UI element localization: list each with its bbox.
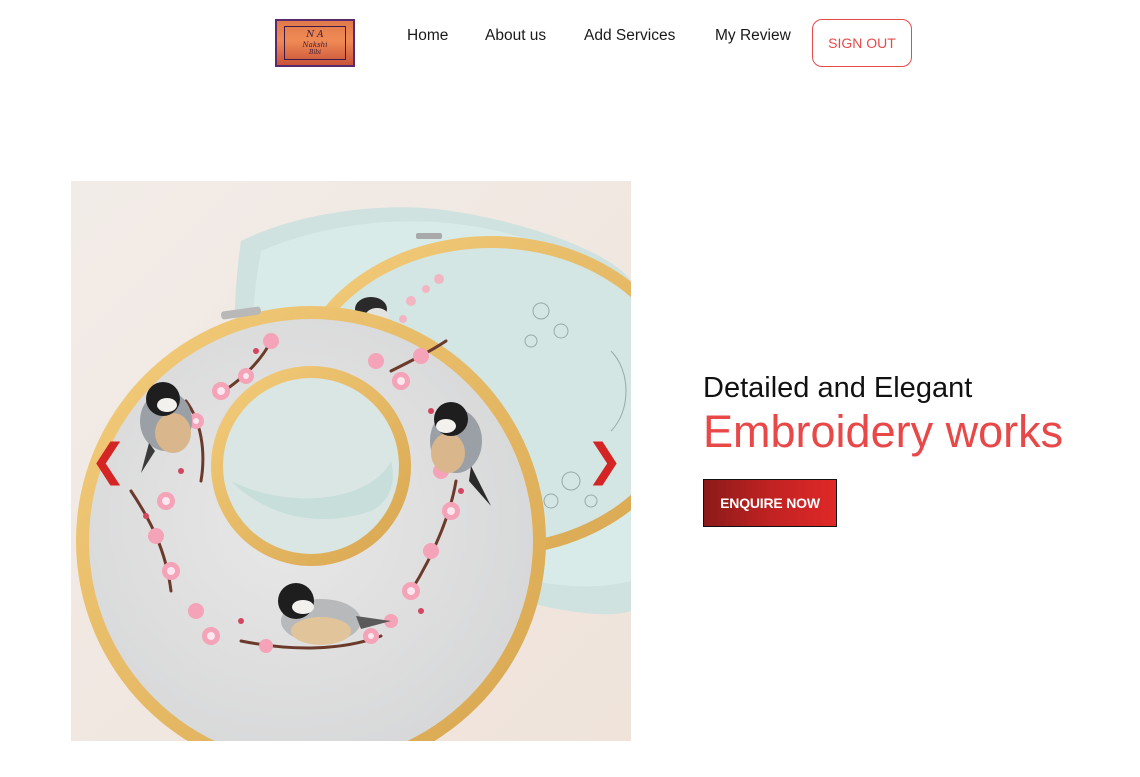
enquire-now-button[interactable]: ENQUIRE NOW <box>703 479 837 527</box>
hero-subtitle: Detailed and Elegant <box>703 372 973 404</box>
logo-sub: Bibi <box>308 48 322 56</box>
embroidery-hoop-image <box>71 181 631 741</box>
nav-home-link[interactable]: Home <box>407 27 448 45</box>
sign-out-button[interactable]: SIGN OUT <box>812 19 912 67</box>
nav-add-services-link[interactable]: Add Services <box>584 27 675 45</box>
chevron-right-icon[interactable]: ❯ <box>586 437 623 485</box>
logo-badge: N A Nakshi Bibi <box>284 26 346 60</box>
chevron-left-icon[interactable]: ❮ <box>90 437 127 485</box>
hero-title: Embroidery works <box>703 406 1064 457</box>
site-logo[interactable]: N A Nakshi Bibi <box>275 19 355 67</box>
logo-name: Nakshi <box>302 40 328 49</box>
hero-carousel <box>71 181 631 741</box>
nav-my-review-link[interactable]: My Review <box>715 27 791 45</box>
nav-about-link[interactable]: About us <box>485 27 546 45</box>
logo-monogram: N A <box>306 29 324 40</box>
